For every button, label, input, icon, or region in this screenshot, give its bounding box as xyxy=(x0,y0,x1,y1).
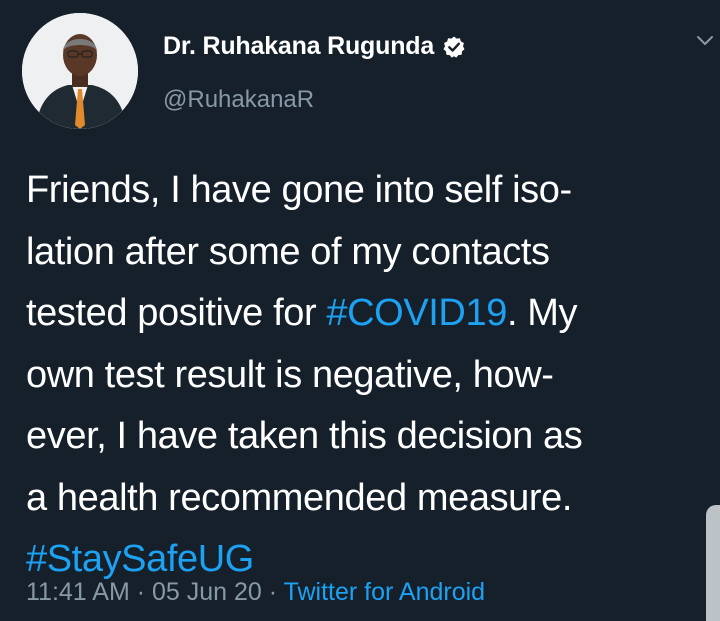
tweet-text-segment: ever, I have taken this decision as xyxy=(26,415,583,457)
tweet-text-segment: own test result is negative, how- xyxy=(26,353,554,396)
tweet-text-segment: Friends, I have gone into self iso- xyxy=(26,169,572,211)
tweet-text-segment: tested positive for xyxy=(26,292,327,334)
verified-badge-icon xyxy=(443,36,465,58)
meta-separator: · xyxy=(261,578,284,606)
hashtag-link[interactable]: #StaySafeUG xyxy=(26,538,254,580)
scrollbar-thumb[interactable] xyxy=(706,505,720,621)
tweet-date[interactable]: 05 Jun 20 xyxy=(152,578,262,606)
tweet-text-line: a health recommended measure. xyxy=(26,468,716,530)
tweet-text-line: lation after some of my contacts xyxy=(26,222,716,284)
tweet-text-line: ever, I have taken this decision as xyxy=(26,406,716,468)
profile-photo xyxy=(22,13,138,129)
tweet-text-line: own test result is negative, how- xyxy=(26,345,716,407)
tweet-card: Dr. Ruhakana Rugunda @RuhakanaR Friends,… xyxy=(0,0,720,621)
meta-separator: · xyxy=(129,578,152,606)
tweet-text-segment: . My xyxy=(506,292,578,334)
tweet-text-segment: a health recommended measure. xyxy=(26,476,573,519)
tweet-text-segment: lation after some of my contacts xyxy=(26,230,550,273)
chevron-down-icon[interactable] xyxy=(694,30,716,52)
hashtag-link[interactable]: #COVID19 xyxy=(326,292,507,334)
tweet-text-line: Friends, I have gone into self iso- xyxy=(26,160,716,222)
author-name[interactable]: Dr. Ruhakana Rugunda xyxy=(163,32,466,61)
tweet-text-line: tested positive for #COVID19. My xyxy=(26,283,716,345)
tweet-meta: 11:41 AM · 05 Jun 20 · Twitter for Andro… xyxy=(26,578,485,607)
author-handle[interactable]: @RuhakanaR xyxy=(163,86,314,114)
avatar[interactable] xyxy=(22,13,138,129)
tweet-source-link[interactable]: Twitter for Android xyxy=(284,578,485,606)
tweet-text: Friends, I have gone into self iso-latio… xyxy=(26,160,716,591)
author-name-text: Dr. Ruhakana Rugunda xyxy=(163,32,435,60)
tweet-time[interactable]: 11:41 AM xyxy=(26,578,130,606)
